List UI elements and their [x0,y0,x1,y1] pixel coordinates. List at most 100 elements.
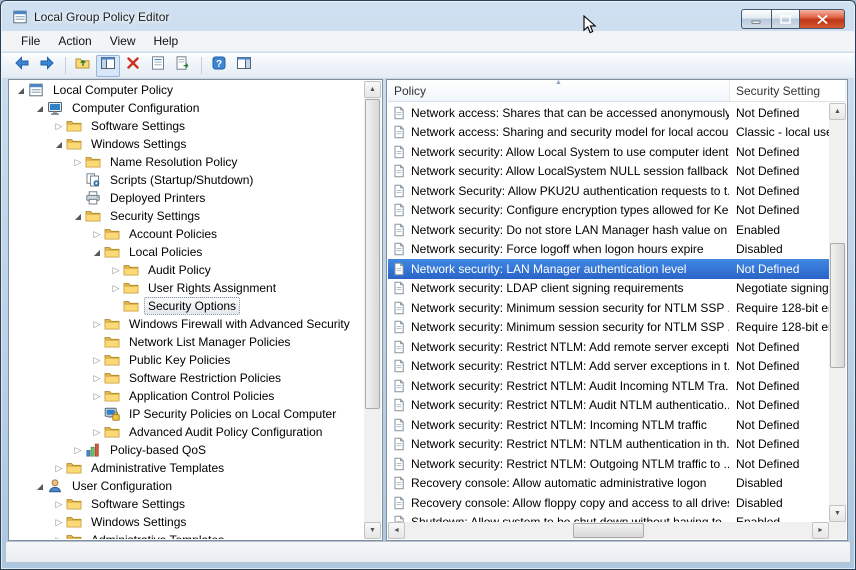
list-horizontal-scrollbar[interactable]: ◄ ► [388,522,829,539]
maximize-button[interactable] [771,9,799,29]
properties-button[interactable] [146,55,170,77]
expander-collapsed-icon[interactable]: ▷ [90,427,104,438]
policy-row[interactable]: Network security: LDAP client signing re… [388,279,829,299]
expander-expanded-icon[interactable]: ◢ [14,86,28,95]
policy-row[interactable]: Network security: Restrict NTLM: Add rem… [388,337,829,357]
policy-row[interactable]: Recovery console: Allow automatic admini… [388,474,829,494]
list-scrollbar-thumb[interactable] [830,243,845,368]
policy-row[interactable]: Network security: Allow LocalSystem NULL… [388,162,829,182]
tree-vertical-scrollbar[interactable]: ▲ ▼ [364,81,381,539]
tree-item-scripts-startup-shutdown[interactable]: Scripts (Startup/Shutdown) [10,171,364,189]
expander-collapsed-icon[interactable]: ▷ [90,229,104,240]
tree-item-user-rights-assignment[interactable]: ▷User Rights Assignment [10,279,364,297]
tree-item-network-list-manager-policies[interactable]: Network List Manager Policies [10,333,364,351]
policy-row[interactable]: Network security: Restrict NTLM: NTLM au… [388,435,829,455]
expander-collapsed-icon[interactable]: ▷ [52,463,66,474]
tree-item-policy-based-qos[interactable]: ▷Policy-based QoS [10,441,364,459]
policy-row[interactable]: Network security: Do not store LAN Manag… [388,220,829,240]
scroll-down-icon[interactable]: ▼ [829,505,846,522]
show-console-tree-button[interactable] [96,55,120,77]
expander-collapsed-icon[interactable]: ▷ [52,535,66,540]
expander-expanded-icon[interactable]: ◢ [71,212,85,221]
policy-row[interactable]: Network security: Restrict NTLM: Add ser… [388,357,829,377]
tree-item-local-computer-policy[interactable]: ◢Local Computer Policy [10,81,364,99]
expander-collapsed-icon[interactable]: ▷ [90,373,104,384]
policy-row[interactable]: Network security: Allow Local System to … [388,142,829,162]
tree-item-security-options[interactable]: Security Options [10,297,364,315]
expander-collapsed-icon[interactable]: ▷ [71,445,85,456]
tree-item-ip-security-policies-on-local-computer[interactable]: IP Security Policies on Local Computer [10,405,364,423]
tree-item-windows-settings[interactable]: ▷Windows Settings [10,513,364,531]
back-button[interactable] [10,55,34,77]
help-button[interactable]: ? [207,55,231,77]
menu-file[interactable]: File [12,32,49,50]
expander-collapsed-icon[interactable]: ▷ [52,517,66,528]
expander-collapsed-icon[interactable]: ▷ [52,499,66,510]
expander-collapsed-icon[interactable]: ▷ [109,265,123,276]
tree-scrollbar-thumb[interactable] [365,99,380,409]
expander-collapsed-icon[interactable]: ▷ [109,283,123,294]
policy-row[interactable]: Network security: Minimum session securi… [388,318,829,338]
tree-item-windows-firewall-with-advanced-security[interactable]: ▷Windows Firewall with Advanced Security [10,315,364,333]
expander-collapsed-icon[interactable]: ▷ [71,157,85,168]
policy-row[interactable]: Network security: Restrict NTLM: Audit I… [388,376,829,396]
expander-collapsed-icon[interactable]: ▷ [90,319,104,330]
close-button[interactable] [799,9,845,29]
menu-action[interactable]: Action [49,32,100,50]
expander-expanded-icon[interactable]: ◢ [33,104,47,113]
list-vertical-scrollbar[interactable]: ▲ ▼ [829,103,846,522]
tree-item-user-configuration[interactable]: ◢User Configuration [10,477,364,495]
scroll-left-icon[interactable]: ◄ [388,522,405,539]
scroll-right-icon[interactable]: ► [812,522,829,539]
menu-view[interactable]: View [101,32,145,50]
tree-item-local-policies[interactable]: ◢Local Policies [10,243,364,261]
scroll-up-icon[interactable]: ▲ [364,81,381,98]
list-hscrollbar-thumb[interactable] [573,523,644,538]
expander-collapsed-icon[interactable]: ▷ [90,391,104,402]
scroll-up-icon[interactable]: ▲ [829,103,846,120]
tree-item-administrative-templates[interactable]: ▷Administrative Templates [10,531,364,539]
menu-help[interactable]: Help [145,32,188,50]
expander-expanded-icon[interactable]: ◢ [90,248,104,257]
show-action-pane-button[interactable] [232,55,256,77]
tree-item-windows-settings[interactable]: ◢Windows Settings [10,135,364,153]
policy-row[interactable]: Shutdown: Allow system to be shut down w… [388,513,829,523]
column-header-policy[interactable]: ▲ Policy [388,80,730,101]
tree-item-application-control-policies[interactable]: ▷Application Control Policies [10,387,364,405]
policy-row[interactable]: Network security: Restrict NTLM: Incomin… [388,415,829,435]
tree-item-software-settings[interactable]: ▷Software Settings [10,117,364,135]
column-header-security-setting[interactable]: Security Setting [730,80,846,101]
policy-row[interactable]: Network security: Restrict NTLM: Audit N… [388,396,829,416]
policy-row[interactable]: Network security: LAN Manager authentica… [388,259,829,279]
policy-row[interactable]: Network security: Minimum session securi… [388,298,829,318]
tree-item-administrative-templates[interactable]: ▷Administrative Templates [10,459,364,477]
tree-item-deployed-printers[interactable]: Deployed Printers [10,189,364,207]
minimize-button[interactable] [741,9,771,29]
expander-expanded-icon[interactable]: ◢ [33,482,47,491]
forward-button[interactable] [35,55,59,77]
scroll-down-icon[interactable]: ▼ [364,522,381,539]
delete-button[interactable] [121,55,145,77]
tree-item-software-settings[interactable]: ▷Software Settings [10,495,364,513]
policy-row[interactable]: Network security: Configure encryption t… [388,201,829,221]
policy-row[interactable]: Recovery console: Allow floppy copy and … [388,493,829,513]
policy-row[interactable]: Network security: Restrict NTLM: Outgoin… [388,454,829,474]
tree-item-computer-configuration[interactable]: ◢Computer Configuration [10,99,364,117]
tree-item-account-policies[interactable]: ▷Account Policies [10,225,364,243]
tree-item-public-key-policies[interactable]: ▷Public Key Policies [10,351,364,369]
titlebar[interactable]: Local Group Policy Editor [1,1,855,31]
up-one-level-button[interactable] [71,55,95,77]
tree-item-advanced-audit-policy-configuration[interactable]: ▷Advanced Audit Policy Configuration [10,423,364,441]
policy-row[interactable]: Network access: Sharing and security mod… [388,123,829,143]
policy-row[interactable]: Network security: Force logoff when logo… [388,240,829,260]
policy-row[interactable]: Network Security: Allow PKU2U authentica… [388,181,829,201]
tree-item-software-restriction-policies[interactable]: ▷Software Restriction Policies [10,369,364,387]
expander-collapsed-icon[interactable]: ▷ [90,355,104,366]
export-list-button[interactable] [171,55,195,77]
tree-item-security-settings[interactable]: ◢Security Settings [10,207,364,225]
policy-row[interactable]: Network access: Shares that can be acces… [388,103,829,123]
tree-item-audit-policy[interactable]: ▷Audit Policy [10,261,364,279]
tree-item-name-resolution-policy[interactable]: ▷Name Resolution Policy [10,153,364,171]
expander-expanded-icon[interactable]: ◢ [52,140,66,149]
expander-collapsed-icon[interactable]: ▷ [52,121,66,132]
